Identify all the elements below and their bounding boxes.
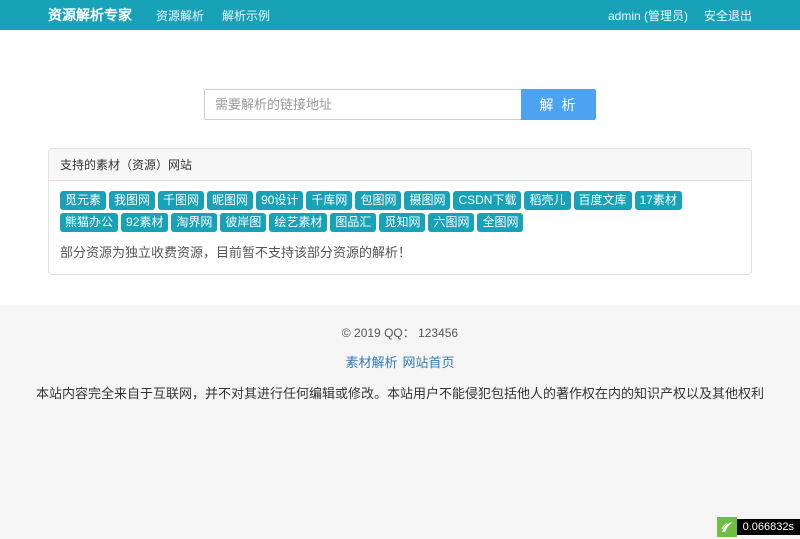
site-badge: 千库网 [306,191,352,210]
navbar: 资源解析专家 资源解析 解析示例 admin (管理员) 安全退出 [0,0,800,30]
page-load-time: 0.066832s [737,519,800,535]
site-badge: 淘界网 [171,213,217,232]
site-badge: 绘艺素材 [269,213,327,232]
footer-links: 素材解析 网站首页 [0,352,800,371]
site-badge: 觅元素 [60,191,106,210]
brand-title[interactable]: 资源解析专家 [48,5,132,25]
nav-item-resource-parse[interactable]: 资源解析 [156,7,204,24]
navbar-menu: 资源解析 解析示例 [156,7,270,24]
site-badge: 千图网 [158,191,204,210]
supported-sites-panel: 支持的素材（资源）网站 觅元素 我图网 千图网 昵图网 90设计 千库网 包图网 [48,148,752,275]
site-badge: 彼岸图 [220,213,266,232]
thinkphp-trace-icon[interactable] [717,517,737,537]
site-badge: 摄图网 [404,191,450,210]
parse-url-input[interactable] [204,89,521,120]
site-badge: 全图网 [477,213,523,232]
supported-sites-panel-body: 觅元素 我图网 千图网 昵图网 90设计 千库网 包图网 摄图网 CSDN下载 [49,181,751,274]
parse-input-group: 解 析 [204,89,596,120]
site-badge: 稻壳儿 [524,191,570,210]
leaf-swoosh-icon [719,519,735,535]
disclaimer-text: 本站内容完全来自于互联网，并不对其进行任何编辑或修改。本站用户不能侵犯包括他人的… [0,383,800,402]
supported-sites-panel-title: 支持的素材（资源）网站 [49,149,751,181]
site-badge: 熊猫办公 [60,213,118,232]
site-badge: CSDN下载 [453,191,521,210]
site-badge: 90设计 [256,191,303,210]
site-badge: 昵图网 [207,191,253,210]
site-badge: 图品汇 [330,213,376,232]
footer-link-home[interactable]: 网站首页 [403,352,455,371]
copyright-text: © 2019 QQ： 123456 [0,324,800,341]
site-badge: 我图网 [109,191,155,210]
site-badge: 17素材 [635,191,682,210]
nav-item-admin-account[interactable]: admin (管理员) [608,7,688,24]
site-badge: 92素材 [121,213,168,232]
panel-note-text: 部分资源为独立收费资源，目前暂不支持该部分资源的解析！ [60,242,740,261]
site-badge: 包图网 [355,191,401,210]
parse-button[interactable]: 解 析 [521,89,596,120]
nav-item-logout[interactable]: 安全退出 [704,7,752,24]
main-content: 解 析 支持的素材（资源）网站 觅元素 我图网 千图网 昵图网 90设计 千库网 [0,30,800,275]
site-badge: 觅知网 [379,213,425,232]
footer: © 2019 QQ： 123456 素材解析 网站首页 本站内容完全来自于互联网… [0,305,800,539]
debug-toolbar: 0.066832s [717,517,800,537]
nav-item-parse-example[interactable]: 解析示例 [222,7,270,24]
site-badge: 百度文库 [574,191,632,210]
parse-form: 解 析 [0,89,800,120]
supported-sites-badge-list: 觅元素 我图网 千图网 昵图网 90设计 千库网 包图网 摄图网 CSDN下载 [60,191,740,232]
site-badge: 六图网 [428,213,474,232]
navbar-right: admin (管理员) 安全退出 [608,7,752,24]
footer-link-material-parse[interactable]: 素材解析 [345,352,397,371]
